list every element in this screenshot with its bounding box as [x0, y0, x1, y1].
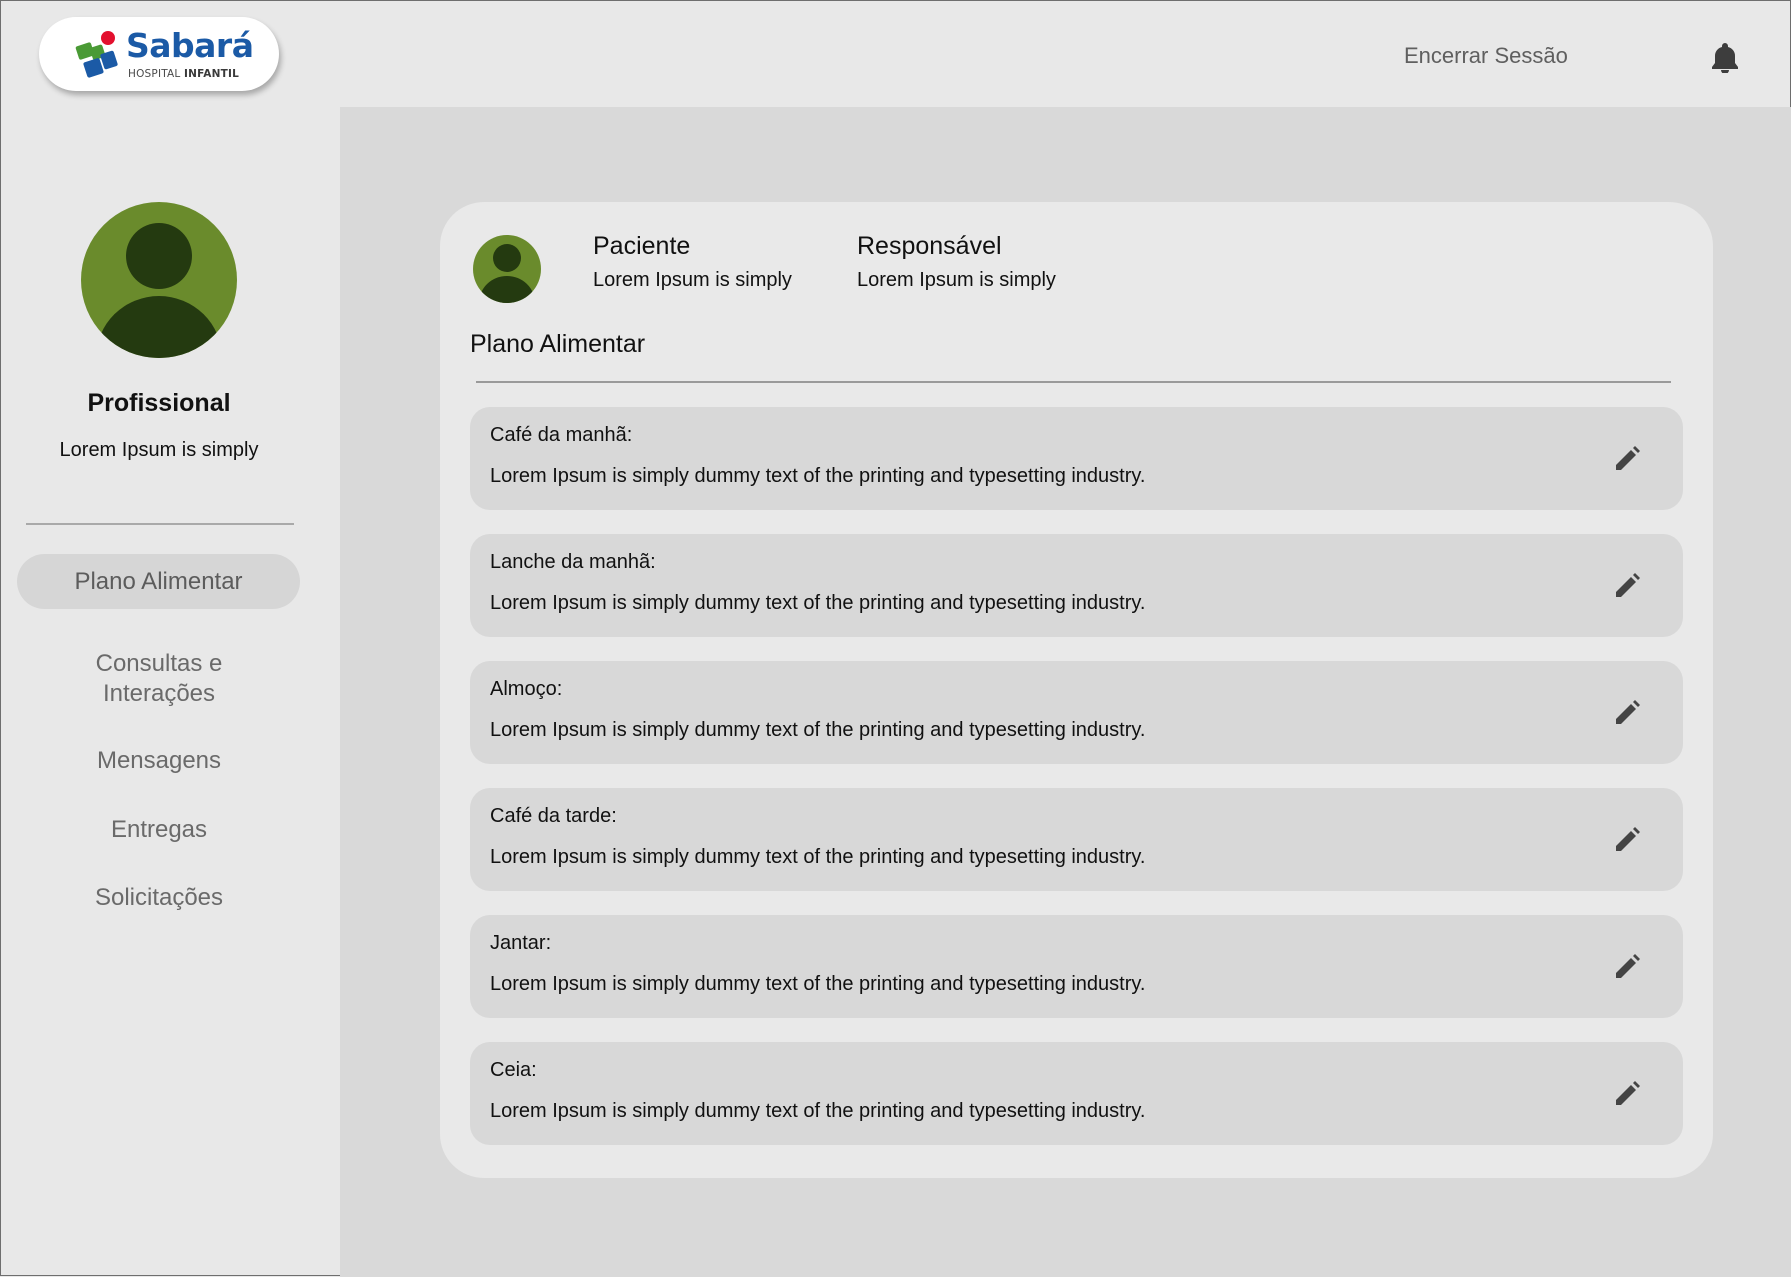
- meal-title: Ceia:: [490, 1059, 537, 1081]
- sidebar-item-entregas[interactable]: Entregas: [1, 815, 317, 845]
- brand-subtitle: HOSPITAL INFANTIL: [128, 68, 239, 80]
- brand-logo[interactable]: Sabará HOSPITAL INFANTIL: [39, 17, 279, 91]
- meal-row-ceia: Ceia: Lorem Ipsum is simply dummy text o…: [470, 1042, 1683, 1145]
- logout-link[interactable]: Encerrar Sessão: [1404, 41, 1568, 71]
- meal-title: Jantar:: [490, 932, 552, 954]
- sabara-logo-icon: [75, 31, 118, 78]
- meal-text: Lorem Ipsum is simply dummy text of the …: [490, 592, 1146, 614]
- meal-row-lanche-da-manha: Lanche da manhã: Lorem Ipsum is simply d…: [470, 534, 1683, 637]
- profile-avatar: [81, 202, 237, 358]
- meal-text: Lorem Ipsum is simply dummy text of the …: [490, 465, 1146, 487]
- guardian-label: Responsável: [857, 232, 1002, 260]
- meal-text: Lorem Ipsum is simply dummy text of the …: [490, 846, 1146, 868]
- meal-title: Almoço:: [490, 678, 563, 700]
- bell-icon[interactable]: [1710, 41, 1740, 73]
- profile-title: Profissional: [87, 389, 231, 417]
- meal-text: Lorem Ipsum is simply dummy text of the …: [490, 973, 1146, 995]
- meal-text: Lorem Ipsum is simply dummy text of the …: [490, 1100, 1146, 1122]
- section-title: Plano Alimentar: [470, 330, 646, 358]
- section-divider: [476, 381, 1671, 383]
- brand-name: Sabará: [126, 26, 254, 65]
- sidebar-divider: [26, 523, 294, 525]
- profile-subtitle: Lorem Ipsum is simply: [59, 439, 259, 461]
- meal-title: Lanche da manhã:: [490, 551, 656, 573]
- sidebar-item-label: Plano Alimentar: [74, 568, 243, 595]
- meal-row-almoco: Almoço: Lorem Ipsum is simply dummy text…: [470, 661, 1683, 764]
- sidebar-item-consultas[interactable]: Consultas e Interações: [1, 649, 317, 709]
- edit-icon[interactable]: [1613, 953, 1641, 981]
- sidebar-item-solicitacoes[interactable]: Solicitações: [1, 883, 317, 913]
- meal-row-cafe-da-manha: Café da manhã: Lorem Ipsum is simply dum…: [470, 407, 1683, 510]
- sidebar-item-plano-alimentar[interactable]: Plano Alimentar: [17, 554, 300, 609]
- patient-avatar: [473, 235, 541, 303]
- edit-icon[interactable]: [1613, 572, 1641, 600]
- edit-icon[interactable]: [1613, 699, 1641, 727]
- patient-value: Lorem Ipsum is simply: [593, 269, 792, 291]
- sidebar-item-mensagens[interactable]: Mensagens: [1, 746, 317, 776]
- edit-icon[interactable]: [1613, 826, 1641, 854]
- sidebar-item-label: Consultas e Interações: [95, 650, 223, 707]
- patient-label: Paciente: [593, 232, 691, 260]
- meal-row-jantar: Jantar: Lorem Ipsum is simply dummy text…: [470, 915, 1683, 1018]
- edit-icon[interactable]: [1613, 445, 1641, 473]
- edit-icon[interactable]: [1613, 1080, 1641, 1108]
- meal-title: Café da manhã:: [490, 424, 633, 446]
- meal-row-cafe-da-tarde: Café da tarde: Lorem Ipsum is simply dum…: [470, 788, 1683, 891]
- meal-text: Lorem Ipsum is simply dummy text of the …: [490, 719, 1146, 741]
- meal-title: Café da tarde:: [490, 805, 617, 827]
- guardian-value: Lorem Ipsum is simply: [857, 269, 1056, 291]
